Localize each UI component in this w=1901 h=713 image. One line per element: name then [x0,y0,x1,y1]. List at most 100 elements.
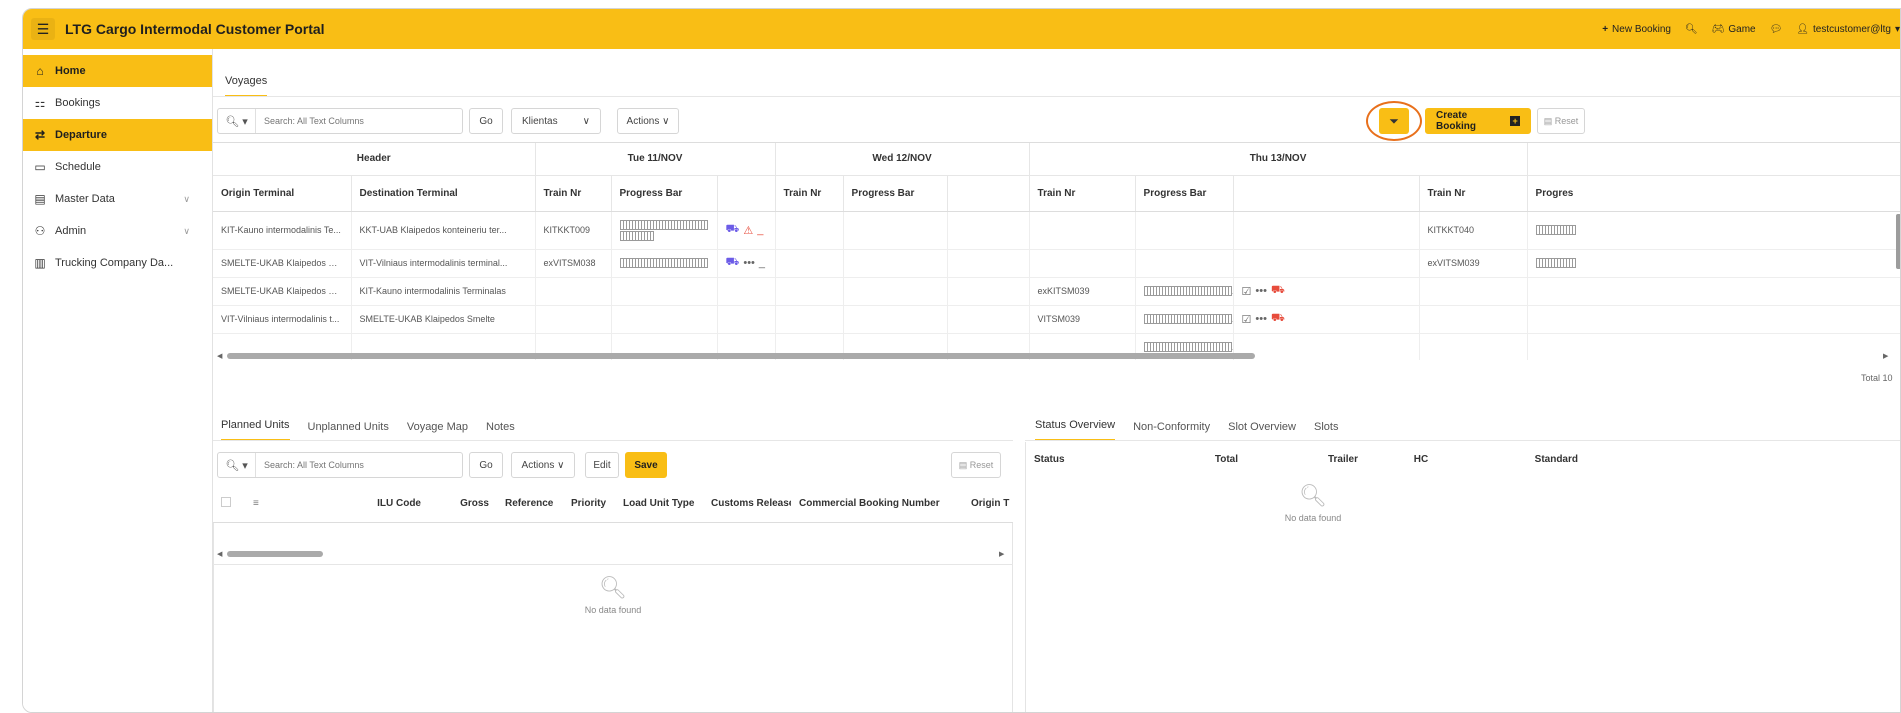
column-menu-icon[interactable]: ≡ [245,486,279,523]
tab-planned-units[interactable]: Planned Units [221,419,290,441]
cell-train-nr[interactable] [535,305,612,334]
create-booking-button[interactable]: Create Booking + [1425,108,1531,134]
select-all-checkbox[interactable] [213,486,245,523]
units-horizontal-scrollbar[interactable] [227,551,323,557]
col-trailer[interactable]: Trailer [1246,442,1366,478]
sidebar-item-trucking[interactable]: ▥ Trucking Company Da... [23,247,212,279]
new-booking-link[interactable]: + New Booking [1602,24,1671,35]
col-wed-train[interactable]: Train Nr [775,175,844,212]
col-hc[interactable]: HC [1366,442,1476,478]
cell-train-nr[interactable]: VITSM039 [1029,305,1136,334]
tab-slot-overview[interactable]: Slot Overview [1228,421,1296,441]
scroll-right-icon[interactable]: ▶ [1883,352,1888,360]
search-column-select[interactable]: 🔍︎ ▾ [218,109,256,133]
sidebar-item-admin[interactable]: ⚇ Admin ∨ [23,215,212,247]
filter-icon[interactable]: ⏷ [1379,108,1409,134]
more-icon[interactable]: ••• [743,257,755,269]
units-edit-button[interactable]: Edit [585,452,619,478]
scroll-right-icon[interactable]: ▶ [999,550,1004,558]
col-ilu-code[interactable]: ILU Code [279,486,429,523]
table-row[interactable]: KIT-Kauno intermodalinis Te... KKT-UAB K… [213,211,1900,250]
col-customs-release[interactable]: Customs Release [703,486,791,523]
col-total[interactable]: Total [1136,442,1246,478]
col-fri-train[interactable]: Train Nr [1419,175,1528,212]
cell-train-nr[interactable]: KITKKT009 [535,211,612,250]
more-icon[interactable]: ••• [1255,285,1267,297]
sidebar-item-departure[interactable]: ⇄ Departure [23,119,212,151]
tab-non-conformity[interactable]: Non-Conformity [1133,421,1210,441]
col-tue-progress[interactable]: Progress Bar [611,175,718,212]
plus-box-icon: + [1510,116,1520,126]
cell-train-nr[interactable]: exVITSM039 [1419,249,1528,278]
cell-train-nr[interactable] [1029,211,1136,250]
col-wed-progress[interactable]: Progress Bar [843,175,948,212]
col-origin-terminal[interactable]: Origin Terminal [213,175,352,212]
cell-train-nr[interactable] [1029,249,1136,278]
col-standard[interactable]: Standard [1476,442,1586,478]
col-commercial-booking-number[interactable]: Commercial Booking Number [791,486,963,523]
cell-train-nr[interactable]: KITKKT040 [1419,211,1528,250]
table-row[interactable]: SMELTE-UKAB Klaipedos Sm... KIT-Kauno in… [213,277,1900,306]
col-thu-train[interactable]: Train Nr [1029,175,1136,212]
units-go-button[interactable]: Go [469,452,503,478]
col-origin-terminal[interactable]: Origin T [963,486,1013,523]
cell-train-nr[interactable] [1419,277,1528,306]
col-priority[interactable]: Priority [563,486,615,523]
voyages-go-button[interactable]: Go [469,108,503,134]
menu-toggle-icon[interactable]: ☰ [31,18,55,40]
tab-slots[interactable]: Slots [1314,421,1338,441]
check-box-icon[interactable]: ☑ [1242,313,1252,326]
cell-train-nr[interactable] [535,277,612,306]
units-tabs: Planned Units Unplanned Units Voyage Map… [221,419,515,441]
tab-status-overview[interactable]: Status Overview [1035,419,1116,441]
search-icon[interactable]: 🔍︎ [1685,24,1698,35]
col-fri-progress[interactable]: Progres [1527,175,1900,212]
magnifier-icon: 🔍︎ [599,575,627,600]
voyages-actions-button[interactable]: Actions ∨ [617,108,679,134]
check-box-icon[interactable]: ☑ [1242,285,1252,298]
sidebar-item-bookings[interactable]: ⚏ Bookings [23,87,212,119]
warning-icon[interactable]: ⚠ [743,224,753,237]
voyages-horizontal-scrollbar[interactable] [227,353,1255,359]
cell-train-nr[interactable] [1419,305,1528,334]
cell-train-nr[interactable]: exKITSM039 [1029,277,1136,306]
units-search-input[interactable] [256,454,456,476]
col-status[interactable]: Status [1026,442,1136,478]
scroll-left-icon[interactable]: ◀ [217,352,222,360]
cell-destination: SMELTE-UKAB Klaipedos Smelte [351,305,536,334]
truck-icon[interactable]: ⛟ [1271,312,1285,326]
train-icon[interactable]: ⛟ [726,256,740,270]
tab-voyage-map[interactable]: Voyage Map [407,421,468,441]
tab-voyages[interactable]: Voyages [225,75,268,97]
col-destination-terminal[interactable]: Destination Terminal [351,175,536,212]
user-menu[interactable]: 👤︎ testcustomer@ltg ▾ [1796,24,1900,35]
voyages-reset-button[interactable]: ▤ Reset [1537,108,1585,134]
table-row[interactable]: VIT-Vilniaus intermodalinis t... SMELTE-… [213,305,1900,334]
col-reference[interactable]: Reference [497,486,563,523]
chat-icon[interactable]: 💬︎ [1770,24,1783,35]
voyages-search-input[interactable] [256,110,456,132]
train-icon[interactable]: ⛟ [726,223,740,237]
col-tue-train[interactable]: Train Nr [535,175,612,212]
klientas-select[interactable]: Klientas ∨ [511,108,601,134]
truck-icon[interactable]: ⛟ [1271,284,1285,298]
units-save-button[interactable]: Save [625,452,667,478]
units-reset-button[interactable]: ▤ Reset [951,452,1001,478]
search-column-select[interactable]: 🔍︎ ▾ [218,453,256,477]
units-actions-button[interactable]: Actions ∨ [511,452,575,478]
group-header-row: Header Tue 11/NOV Wed 12/NOV Thu 13/NOV … [213,143,1900,176]
tab-notes[interactable]: Notes [486,421,515,441]
voyages-vertical-scrollbar[interactable] [1896,214,1900,269]
tab-unplanned-units[interactable]: Unplanned Units [308,421,389,441]
sidebar-item-schedule[interactable]: ▭ Schedule [23,151,212,183]
col-gross[interactable]: Gross [429,486,497,523]
table-row[interactable]: SMELTE-UKAB Klaipedos Sm... VIT-Vilniaus… [213,249,1900,278]
more-icon[interactable]: ••• [1255,313,1267,325]
game-link[interactable]: 🎮︎ Game [1712,24,1756,35]
sidebar-item-home[interactable]: ⌂ Home [23,55,212,87]
sidebar-item-master-data[interactable]: ▤ Master Data ∨ [23,183,212,215]
col-load-unit-type[interactable]: Load Unit Type [615,486,703,523]
col-thu-progress[interactable]: Progress Bar [1135,175,1234,212]
cell-train-nr[interactable]: exVITSM038 [535,249,612,278]
scroll-left-icon[interactable]: ◀ [217,550,222,558]
